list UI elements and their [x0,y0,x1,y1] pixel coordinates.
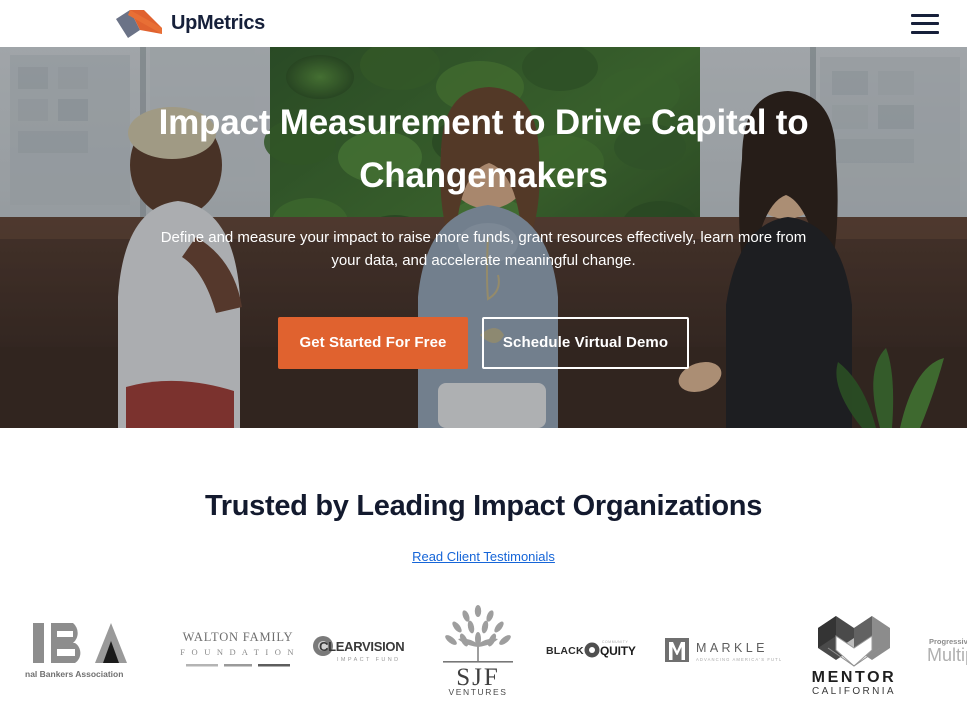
hamburger-menu-icon[interactable] [911,13,939,34]
logo-walton-family-foundation: WALTON FAMILY F O U N D A T I O N [170,597,305,703]
upmetrics-chevron-logo-icon [116,9,162,38]
site-header: UpMetrics [0,0,967,47]
logo-markle-primary: MARKLE [696,641,768,655]
client-logo-strip: nal Bankers Association WALTON FAMILY F … [0,597,967,703]
logo-nba-subtext: nal Bankers Association [25,669,123,679]
logo-national-bankers-association: nal Bankers Association [0,597,170,703]
hamburger-bar-2 [911,22,939,25]
logo-clearvision-primary: CLEARVISION [319,639,404,654]
logo-markle-secondary: ADVANCING AMERICA'S FUTURE [696,657,781,662]
hamburger-bar-1 [911,13,939,17]
trusted-section: Trusted by Leading Impact Organizations … [0,428,967,703]
hero-title: Impact Measurement to Drive Capital to C… [158,103,809,195]
svg-text:QUITY: QUITY [600,644,636,658]
logo-progressive-multiplier: Progressive Multiplier [920,597,967,703]
get-started-button[interactable]: Get Started For Free [278,316,468,369]
brand-name: UpMetrics [171,12,265,34]
read-client-testimonials-link[interactable]: Read Client Testimonials [412,549,555,564]
trusted-title: Trusted by Leading Impact Organizations [204,490,763,522]
schedule-demo-button[interactable]: Schedule Virtual Demo [482,316,689,369]
logo-mentor-primary: MENTOR [812,669,897,686]
brand-logo-link[interactable]: UpMetrics [116,9,265,38]
logo-markle: MARKLE ADVANCING AMERICA'S FUTURE [658,597,788,703]
logo-multiplier-primary: Multiplier [927,645,967,665]
hero-content: Impact Measurement to Drive Capital to C… [0,47,967,369]
logo-clearvision-impact-fund: CLEARVISION IMPACT FUND [305,597,423,703]
logo-sjf-secondary: VENTURES [448,687,507,697]
hamburger-bar-3 [911,30,939,34]
logo-clearvision-secondary: IMPACT FUND [337,657,400,663]
hero-cta-group: Get Started For Free Schedule Virtual De… [278,316,689,369]
logo-sjf-ventures: SJF VENTURES [423,597,533,703]
hero-section: Impact Measurement to Drive Capital to C… [0,47,967,428]
logo-black-equity: BLACK QUITY COMMUNITY [533,597,658,703]
logo-walton-primary: WALTON FAMILY [182,630,293,644]
svg-text:BLACK: BLACK [546,645,584,657]
logo-mentor-secondary: CALIFORNIA [812,686,896,696]
logo-walton-secondary: F O U N D A T I O N [180,647,295,657]
hero-subtitle: Define and measure your impact to raise … [160,229,807,270]
logo-mentor-california: MENTOR CALIFORNIA [788,597,920,703]
svg-text:COMMUNITY: COMMUNITY [602,640,628,644]
